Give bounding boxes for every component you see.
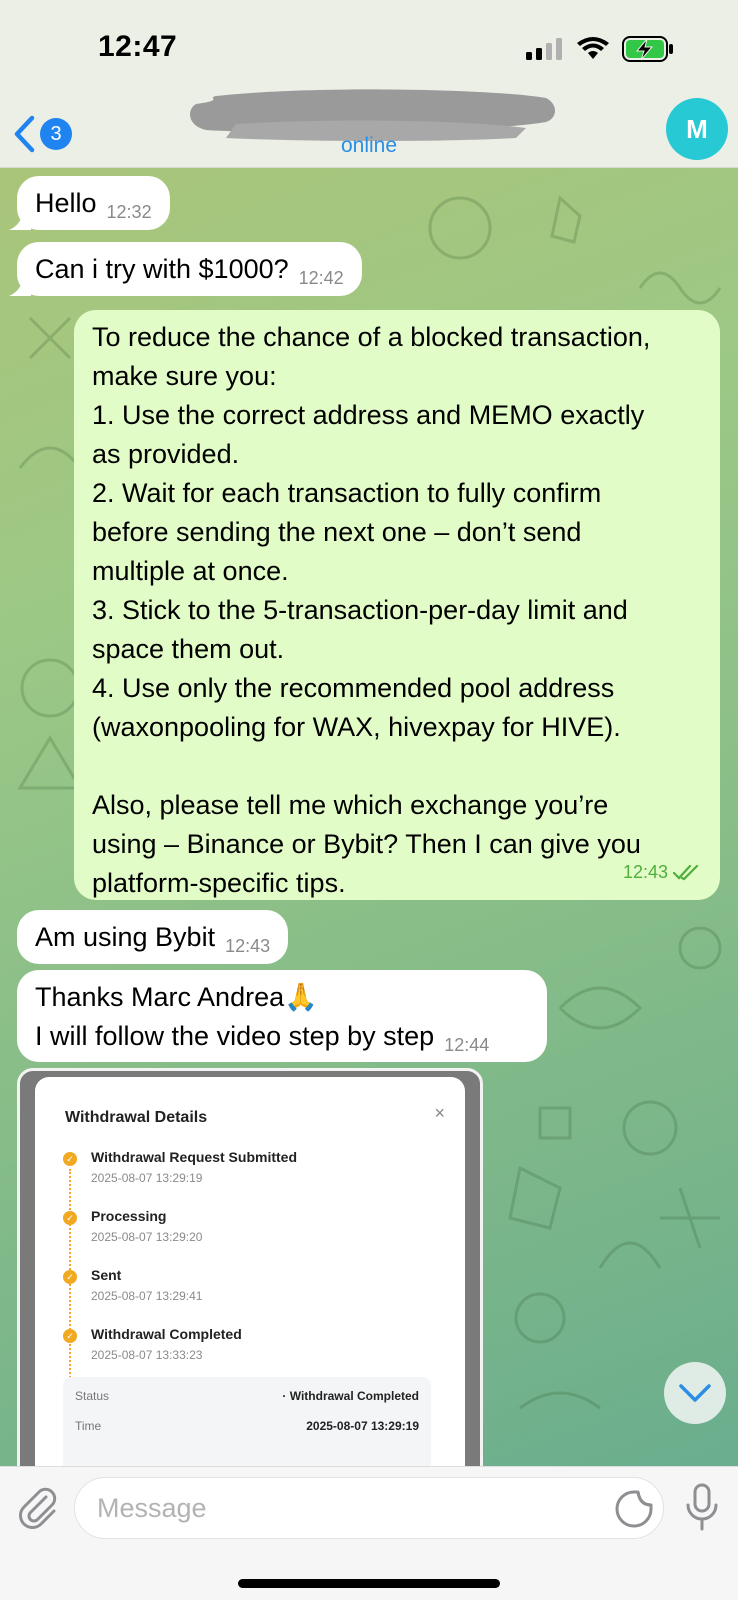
message-line: platform-specific tips.: [92, 868, 346, 898]
bubble-tail: [9, 208, 31, 230]
message-composer: [0, 1466, 738, 1600]
bubble-tail: [9, 274, 31, 296]
message-time: 12:43: [225, 936, 271, 956]
message-line: 2. Wait for each transaction to fully co…: [92, 478, 602, 508]
battery-charging-icon: [622, 36, 673, 62]
check-icon: ✓: [63, 1329, 77, 1343]
message-text: Hello: [35, 188, 97, 218]
message-time: 12:44: [444, 1035, 490, 1055]
message-text: Can i try with $1000?: [35, 254, 289, 284]
message-bubble-incoming[interactable]: Thanks Marc Andrea🙏 I will follow the vi…: [17, 970, 547, 1062]
status-icons: [526, 36, 674, 62]
contact-status: online: [340, 134, 398, 157]
message-line: using – Binance or Bybit? Then I can giv…: [92, 829, 641, 859]
microphone-icon[interactable]: [684, 1483, 720, 1531]
signal-icon: [526, 38, 562, 60]
message-line: 1. Use the correct address and MEMO exac…: [92, 400, 645, 430]
message-bubble-incoming[interactable]: Hello 12:32: [9, 176, 170, 230]
check-icon: ✓: [63, 1152, 77, 1166]
withdrawal-details-card: Withdrawal Details × ✓ Withdrawal Reques…: [35, 1077, 465, 1466]
message-line: Thanks Marc Andrea🙏: [35, 982, 318, 1012]
message-line: space them out.: [92, 634, 285, 664]
message-line: 4. Use only the recommended pool address: [92, 673, 615, 703]
check-icon: ✓: [63, 1211, 77, 1225]
status-time: 12:47: [98, 30, 178, 63]
chevron-down-icon: [679, 1384, 711, 1402]
message-time: 12:32: [106, 202, 152, 222]
withdrawal-summary-table: Status · Withdrawal Completed Time 2025-…: [63, 1377, 431, 1466]
message-input[interactable]: [74, 1477, 664, 1539]
message-line: I will follow the video step by step: [35, 1021, 435, 1051]
chat-area[interactable]: Hello 12:32 Can i try with $1000? 12:42 To…: [0, 168, 738, 1466]
message-bubble-incoming[interactable]: Can i try with $1000? 12:42: [9, 242, 362, 296]
image-message[interactable]: Withdrawal Details × ✓ Withdrawal Reques…: [17, 1068, 483, 1466]
close-icon: ×: [434, 1103, 445, 1123]
summary-row: Status · Withdrawal Completed: [75, 1389, 419, 1403]
sticker-icon[interactable]: [614, 1489, 654, 1529]
withdrawal-title: Withdrawal Details: [65, 1109, 208, 1126]
message-line: (waxonpooling for WAX, hivexpay for HIVE…: [92, 712, 621, 742]
message-text: To reduce the chance of a blocked transa…: [92, 318, 702, 903]
message-line: [92, 747, 702, 786]
message-line: Also, please tell me which exchange you’…: [92, 790, 609, 820]
message-time: 12:43: [622, 862, 668, 882]
summary-row: Time 2025-08-07 13:29:19: [75, 1419, 419, 1433]
home-indicator: [238, 1579, 500, 1588]
message-line: multiple at once.: [92, 556, 289, 586]
message-text: Am using Bybit: [35, 922, 216, 952]
status-bar: 12:47: [0, 0, 738, 98]
message-time: 12:42: [298, 268, 344, 288]
message-line: To reduce the chance of a blocked transa…: [92, 322, 651, 352]
double-check-read-icon: [672, 864, 699, 880]
message-line: 3. Stick to the 5-transaction-per-day li…: [92, 595, 628, 625]
check-icon: ✓: [63, 1270, 77, 1284]
chat-header: 3 online M: [0, 89, 738, 168]
message-line: before sending the next one – don’t send: [92, 517, 582, 547]
message-bubble-outgoing[interactable]: To reduce the chance of a blocked transa…: [74, 310, 720, 900]
scroll-to-bottom-button[interactable]: [664, 1362, 726, 1424]
message-bubble-incoming[interactable]: Am using Bybit 12:43: [17, 910, 289, 964]
avatar[interactable]: M: [666, 98, 728, 160]
paperclip-icon[interactable]: [16, 1485, 60, 1529]
message-line: as provided.: [92, 439, 240, 469]
message-line: make sure you:: [92, 361, 277, 391]
message-meta: 12:43: [623, 853, 700, 892]
wifi-icon: [577, 37, 609, 59]
